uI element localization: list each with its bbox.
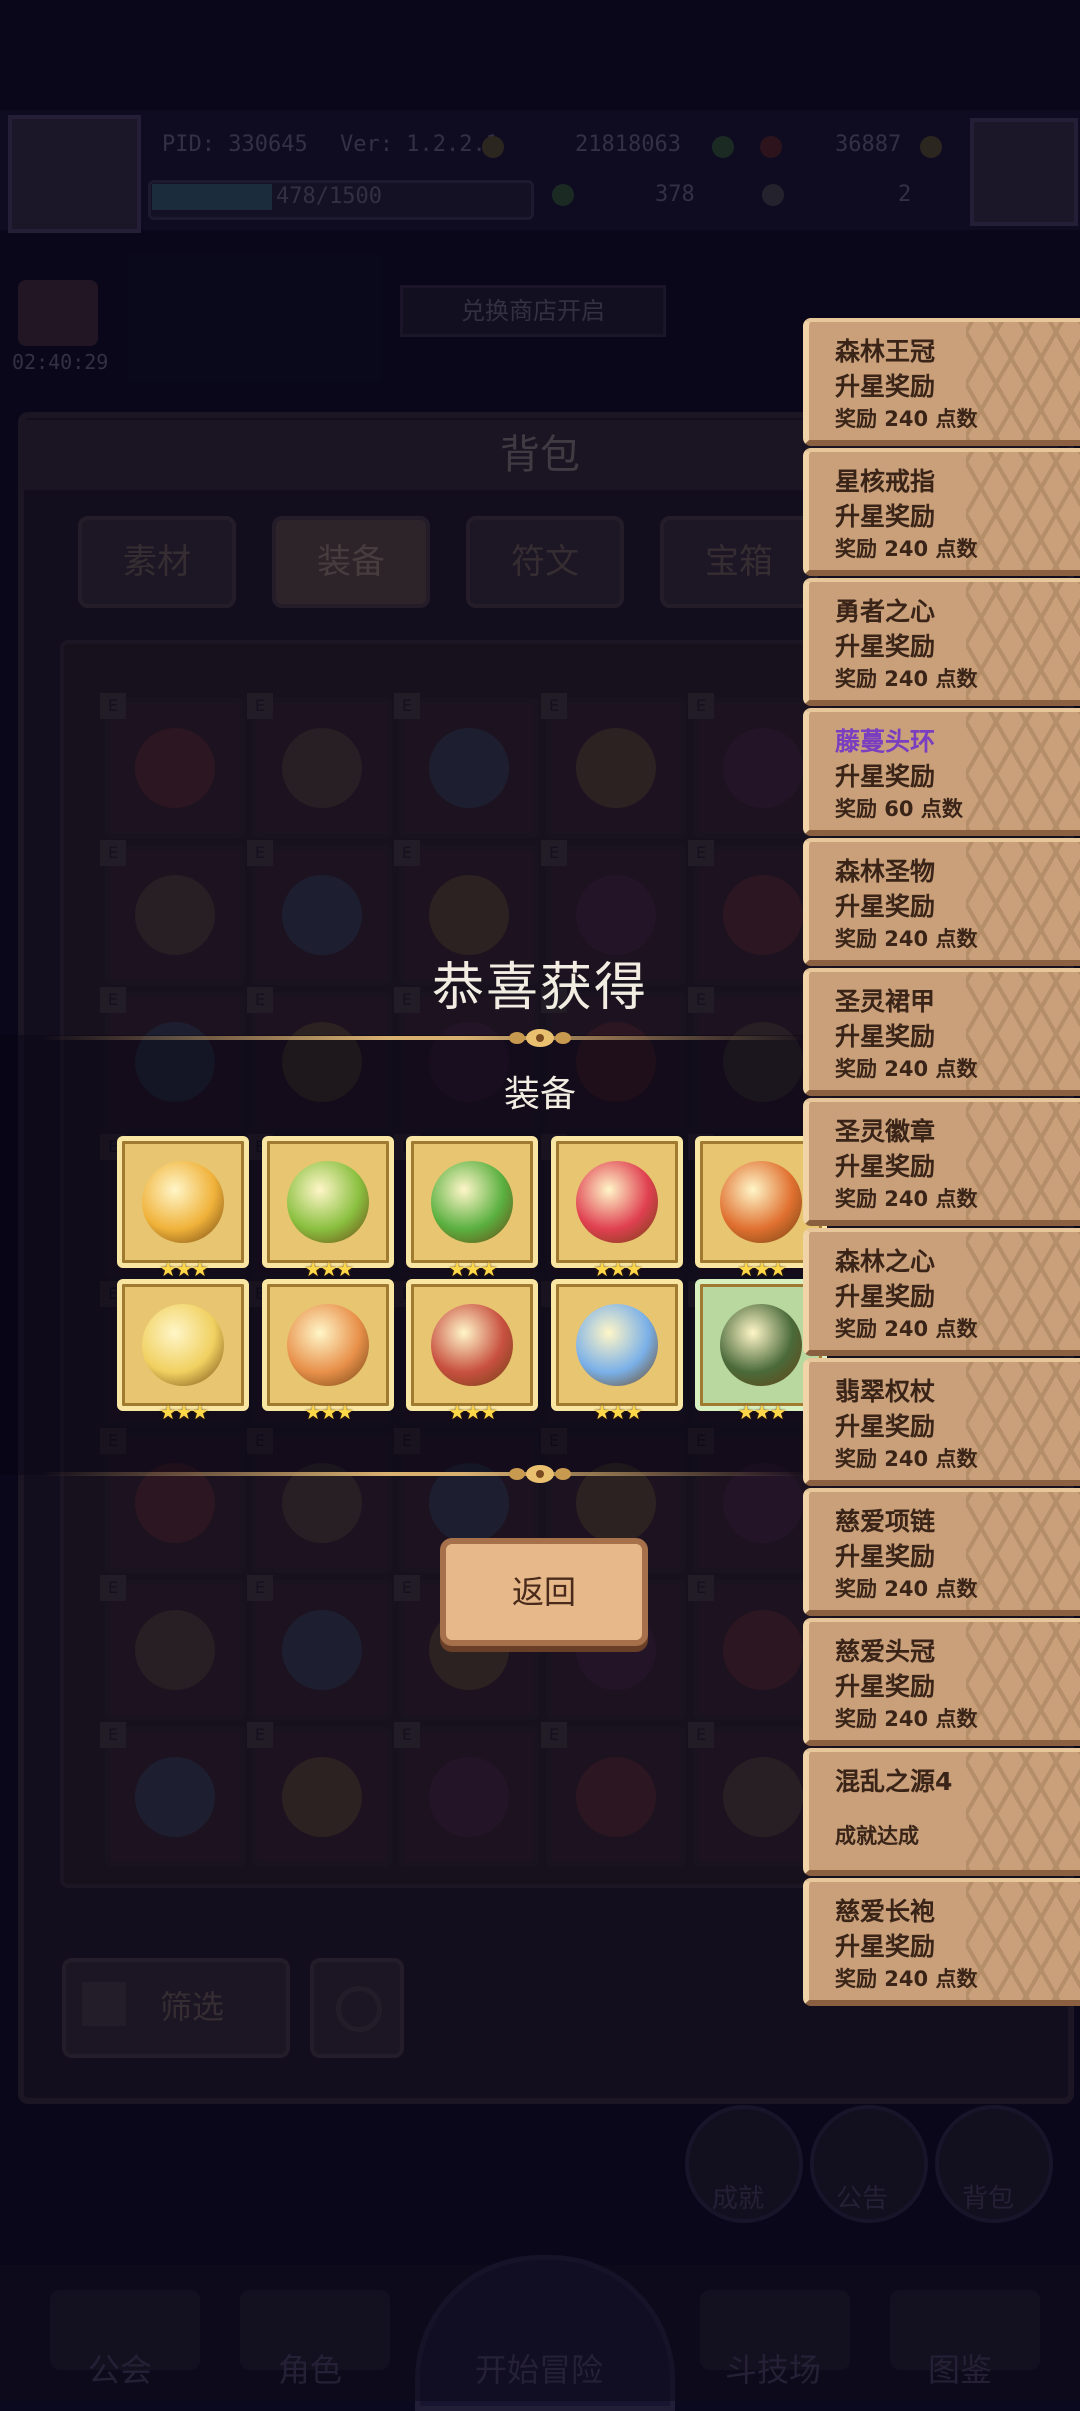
reward-notification[interactable]: 森林圣物升星奖励奖励 240 点数 [803, 838, 1080, 966]
notification-points: 奖励 240 点数 [835, 1447, 978, 1471]
green-staff-icon [287, 1161, 369, 1243]
hex-pattern [966, 1882, 1080, 2000]
notification-points: 奖励 240 点数 [835, 1187, 978, 1211]
golden-robe-icon [142, 1161, 224, 1243]
notification-title: 混乱之源4 [835, 1767, 953, 1796]
star-rating: ★★★ [304, 1400, 354, 1424]
hex-pattern [966, 582, 1080, 700]
notification-points: 奖励 240 点数 [835, 1317, 978, 1341]
notification-title: 慈爱长袍 [835, 1897, 936, 1926]
star-rating: ★★★ [304, 1257, 354, 1281]
notification-title: 翡翠权杖 [835, 1377, 936, 1406]
reward-notification[interactable]: 圣灵裙甲升星奖励奖励 240 点数 [803, 968, 1080, 1096]
notification-title: 圣灵徽章 [835, 1117, 936, 1146]
divider-top [40, 1036, 810, 1040]
forest-relic-icon [720, 1304, 802, 1386]
notification-title: 藤蔓头环 [835, 727, 936, 756]
emerald-scepter-icon [431, 1161, 513, 1243]
heart-crown-icon [576, 1161, 658, 1243]
reward-notification[interactable]: 森林之心升星奖励奖励 240 点数 [803, 1228, 1080, 1356]
back-button[interactable]: 返回 [440, 1538, 648, 1646]
reward-notification[interactable]: 藤蔓头环升星奖励奖励 60 点数 [803, 708, 1080, 836]
notification-points: 奖励 240 点数 [835, 407, 978, 431]
reward-notification[interactable]: 翡翠权杖升星奖励奖励 240 点数 [803, 1358, 1080, 1486]
reward-item-slot[interactable]: ★★★ [406, 1279, 538, 1424]
star-rating: ★★★ [593, 1400, 643, 1424]
notification-subtitle: 升星奖励 [835, 892, 936, 921]
reward-item-slot[interactable]: ★★★ [262, 1279, 394, 1424]
reward-notification[interactable]: 圣灵徽章升星奖励奖励 240 点数 [803, 1098, 1080, 1226]
ornament-top-icon [509, 1029, 571, 1047]
notification-points: 奖励 240 点数 [835, 1057, 978, 1081]
notification-subtitle: 升星奖励 [835, 1932, 936, 1961]
notification-points: 奖励 60 点数 [835, 797, 963, 821]
notification-title: 勇者之心 [835, 597, 936, 626]
star-rating: ★★★ [448, 1400, 498, 1424]
notification-title: 森林圣物 [835, 857, 936, 886]
reward-notification[interactable]: 慈爱项链升星奖励奖励 240 点数 [803, 1488, 1080, 1616]
star-rating: ★★★ [593, 1257, 643, 1281]
notification-subtitle: 成就达成 [835, 1824, 919, 1848]
star-core-ring-icon [142, 1304, 224, 1386]
star-rating: ★★★ [159, 1257, 209, 1281]
hex-pattern [966, 1362, 1080, 1480]
reward-notification[interactable]: 森林王冠升星奖励奖励 240 点数 [803, 318, 1080, 446]
hex-pattern [966, 1622, 1080, 1740]
hex-pattern [966, 712, 1080, 830]
notification-subtitle: 升星奖励 [835, 762, 936, 791]
hex-pattern [966, 452, 1080, 570]
reward-subtitle: 装备 [503, 1074, 576, 1115]
reward-item-slot[interactable]: ★★★ [262, 1136, 394, 1281]
notification-title: 森林王冠 [835, 337, 936, 366]
reward-item-slot[interactable]: ★★★ [117, 1136, 249, 1281]
notification-points: 奖励 240 点数 [835, 667, 978, 691]
notification-subtitle: 升星奖励 [835, 502, 936, 531]
star-rating: ★★★ [448, 1257, 498, 1281]
notification-subtitle: 升星奖励 [835, 1542, 936, 1571]
ornament-bottom-icon [509, 1465, 571, 1483]
reward-item-slot[interactable]: ★★★ [551, 1136, 683, 1281]
notification-title: 慈爱头冠 [835, 1637, 936, 1666]
notification-subtitle: 升星奖励 [835, 1282, 936, 1311]
reward-notification[interactable]: 勇者之心升星奖励奖励 240 点数 [803, 578, 1080, 706]
notification-points: 奖励 240 点数 [835, 537, 978, 561]
reward-notification[interactable]: 混乱之源4 成就达成 [803, 1748, 1080, 1876]
hex-pattern [966, 1102, 1080, 1220]
brave-heart-icon [287, 1304, 369, 1386]
love-necklace-icon [431, 1304, 513, 1386]
notification-subtitle: 升星奖励 [835, 1152, 936, 1181]
notification-title: 慈爱项链 [835, 1507, 936, 1536]
hex-pattern [966, 1752, 1080, 1870]
hex-pattern [966, 972, 1080, 1090]
reward-item-slot[interactable]: ★★★ [406, 1136, 538, 1281]
notification-points: 奖励 240 点数 [835, 927, 978, 951]
notification-subtitle: 升星奖励 [835, 1412, 936, 1441]
reward-notification[interactable]: 慈爱长袍升星奖励奖励 240 点数 [803, 1878, 1080, 2006]
notification-points: 奖励 240 点数 [835, 1707, 978, 1731]
hex-pattern [966, 842, 1080, 960]
notification-subtitle: 升星奖励 [835, 1022, 936, 1051]
notification-title: 森林之心 [835, 1247, 936, 1276]
notification-subtitle: 升星奖励 [835, 632, 936, 661]
notification-title: 圣灵裙甲 [835, 987, 936, 1016]
reward-notification[interactable]: 星核戒指升星奖励奖励 240 点数 [803, 448, 1080, 576]
hex-pattern [966, 1232, 1080, 1350]
notification-subtitle: 升星奖励 [835, 1672, 936, 1701]
reward-item-slot[interactable]: ★★★ [117, 1279, 249, 1424]
notification-title: 星核戒指 [835, 467, 936, 496]
notification-subtitle: 升星奖励 [835, 372, 936, 401]
congrats-title: 恭喜获得 [431, 958, 648, 1018]
crystal-pendant-icon [576, 1304, 658, 1386]
notification-points: 奖励 240 点数 [835, 1967, 978, 1991]
forest-crown-icon [720, 1161, 802, 1243]
reward-notification[interactable]: 慈爱头冠升星奖励奖励 240 点数 [803, 1618, 1080, 1746]
hex-pattern [966, 322, 1080, 440]
reward-item-slot[interactable]: ★★★ [551, 1279, 683, 1424]
hex-pattern [966, 1492, 1080, 1610]
notification-points: 奖励 240 点数 [835, 1577, 978, 1601]
divider-bottom [40, 1472, 810, 1476]
star-rating: ★★★ [159, 1400, 209, 1424]
